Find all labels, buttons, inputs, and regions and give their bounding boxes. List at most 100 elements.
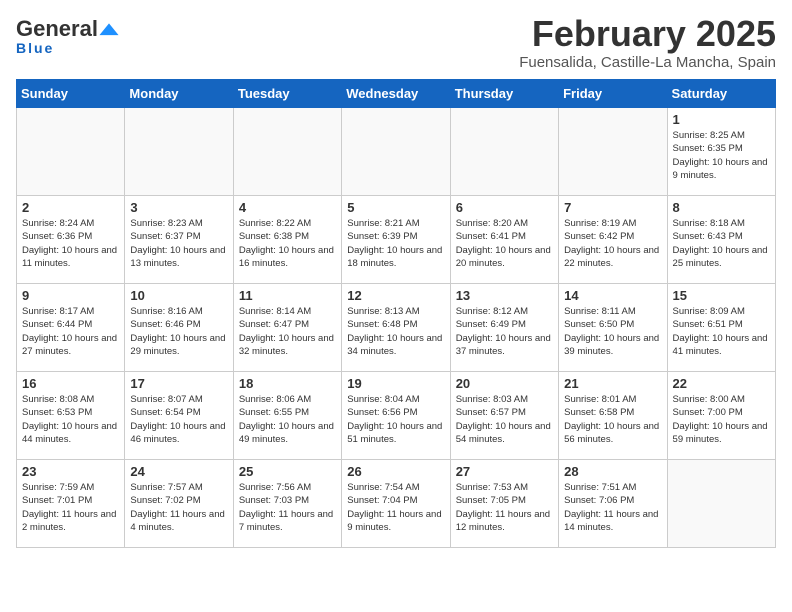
cell-info: Sunrise: 7:53 AM Sunset: 7:05 PM Dayligh… (456, 481, 553, 534)
day-number: 14 (564, 288, 661, 303)
cell-info: Sunrise: 8:20 AM Sunset: 6:41 PM Dayligh… (456, 217, 553, 270)
calendar-cell (125, 108, 233, 196)
calendar-cell: 6 Sunrise: 8:20 AM Sunset: 6:41 PM Daylig… (450, 196, 558, 284)
day-number: 4 (239, 200, 336, 215)
cell-info: Sunrise: 8:11 AM Sunset: 6:50 PM Dayligh… (564, 305, 661, 358)
day-number: 23 (22, 464, 119, 479)
calendar-cell: 2 Sunrise: 8:24 AM Sunset: 6:36 PM Daylig… (17, 196, 125, 284)
calendar-cell (559, 108, 667, 196)
calendar-header: SundayMondayTuesdayWednesdayThursdayFrid… (17, 80, 776, 108)
calendar-cell: 23 Sunrise: 7:59 AM Sunset: 7:01 PM Dayli… (17, 460, 125, 548)
calendar-cell: 5 Sunrise: 8:21 AM Sunset: 6:39 PM Daylig… (342, 196, 450, 284)
calendar-cell: 19 Sunrise: 8:04 AM Sunset: 6:56 PM Dayli… (342, 372, 450, 460)
day-number: 26 (347, 464, 444, 479)
cell-info: Sunrise: 8:18 AM Sunset: 6:43 PM Dayligh… (673, 217, 770, 270)
calendar-cell: 16 Sunrise: 8:08 AM Sunset: 6:53 PM Dayli… (17, 372, 125, 460)
calendar-cell (450, 108, 558, 196)
calendar-cell: 27 Sunrise: 7:53 AM Sunset: 7:05 PM Dayli… (450, 460, 558, 548)
cell-info: Sunrise: 8:12 AM Sunset: 6:49 PM Dayligh… (456, 305, 553, 358)
day-number: 21 (564, 376, 661, 391)
cell-info: Sunrise: 8:13 AM Sunset: 6:48 PM Dayligh… (347, 305, 444, 358)
logo: General Blue (16, 16, 120, 56)
col-header-monday: Monday (125, 80, 233, 108)
day-number: 18 (239, 376, 336, 391)
day-number: 24 (130, 464, 227, 479)
logo-blue-text: Blue (16, 40, 54, 56)
cell-info: Sunrise: 8:17 AM Sunset: 6:44 PM Dayligh… (22, 305, 119, 358)
calendar-cell: 13 Sunrise: 8:12 AM Sunset: 6:49 PM Dayli… (450, 284, 558, 372)
calendar-cell (667, 460, 775, 548)
cell-info: Sunrise: 8:16 AM Sunset: 6:46 PM Dayligh… (130, 305, 227, 358)
calendar-cell: 25 Sunrise: 7:56 AM Sunset: 7:03 PM Dayli… (233, 460, 341, 548)
day-number: 27 (456, 464, 553, 479)
logo-text: General (16, 16, 120, 42)
col-header-tuesday: Tuesday (233, 80, 341, 108)
col-header-wednesday: Wednesday (342, 80, 450, 108)
calendar-cell: 7 Sunrise: 8:19 AM Sunset: 6:42 PM Daylig… (559, 196, 667, 284)
day-number: 8 (673, 200, 770, 215)
cell-info: Sunrise: 8:09 AM Sunset: 6:51 PM Dayligh… (673, 305, 770, 358)
day-number: 20 (456, 376, 553, 391)
cell-info: Sunrise: 8:03 AM Sunset: 6:57 PM Dayligh… (456, 393, 553, 446)
calendar-cell: 8 Sunrise: 8:18 AM Sunset: 6:43 PM Daylig… (667, 196, 775, 284)
col-header-saturday: Saturday (667, 80, 775, 108)
page-header: General Blue February 2025 Fuensalida, C… (16, 16, 776, 71)
day-number: 15 (673, 288, 770, 303)
day-number: 28 (564, 464, 661, 479)
day-number: 5 (347, 200, 444, 215)
day-number: 17 (130, 376, 227, 391)
col-header-thursday: Thursday (450, 80, 558, 108)
calendar-cell: 17 Sunrise: 8:07 AM Sunset: 6:54 PM Dayli… (125, 372, 233, 460)
cell-info: Sunrise: 8:14 AM Sunset: 6:47 PM Dayligh… (239, 305, 336, 358)
day-number: 6 (456, 200, 553, 215)
col-header-friday: Friday (559, 80, 667, 108)
cell-info: Sunrise: 8:23 AM Sunset: 6:37 PM Dayligh… (130, 217, 227, 270)
calendar-cell: 24 Sunrise: 7:57 AM Sunset: 7:02 PM Dayli… (125, 460, 233, 548)
day-number: 12 (347, 288, 444, 303)
calendar-cell: 1Sunrise: 8:25 AM Sunset: 6:35 PM Daylig… (667, 108, 775, 196)
cell-info: Sunrise: 7:56 AM Sunset: 7:03 PM Dayligh… (239, 481, 336, 534)
day-number: 25 (239, 464, 336, 479)
day-number: 10 (130, 288, 227, 303)
calendar-cell: 9 Sunrise: 8:17 AM Sunset: 6:44 PM Daylig… (17, 284, 125, 372)
day-number: 9 (22, 288, 119, 303)
calendar-cell: 21 Sunrise: 8:01 AM Sunset: 6:58 PM Dayli… (559, 372, 667, 460)
day-number: 19 (347, 376, 444, 391)
day-number: 2 (22, 200, 119, 215)
calendar-table: SundayMondayTuesdayWednesdayThursdayFrid… (16, 79, 776, 548)
cell-info: Sunrise: 8:06 AM Sunset: 6:55 PM Dayligh… (239, 393, 336, 446)
calendar-cell: 26 Sunrise: 7:54 AM Sunset: 7:04 PM Dayli… (342, 460, 450, 548)
day-number: 16 (22, 376, 119, 391)
calendar-cell: 11 Sunrise: 8:14 AM Sunset: 6:47 PM Dayli… (233, 284, 341, 372)
cell-info: Sunrise: 7:59 AM Sunset: 7:01 PM Dayligh… (22, 481, 119, 534)
cell-info: Sunrise: 8:01 AM Sunset: 6:58 PM Dayligh… (564, 393, 661, 446)
calendar-cell (17, 108, 125, 196)
cell-info: Sunrise: 8:22 AM Sunset: 6:38 PM Dayligh… (239, 217, 336, 270)
cell-info: Sunrise: 8:21 AM Sunset: 6:39 PM Dayligh… (347, 217, 444, 270)
cell-info: Sunrise: 7:54 AM Sunset: 7:04 PM Dayligh… (347, 481, 444, 534)
day-number: 3 (130, 200, 227, 215)
calendar-cell: 15 Sunrise: 8:09 AM Sunset: 6:51 PM Dayli… (667, 284, 775, 372)
calendar-cell: 20 Sunrise: 8:03 AM Sunset: 6:57 PM Dayli… (450, 372, 558, 460)
cell-info: Sunrise: 8:04 AM Sunset: 6:56 PM Dayligh… (347, 393, 444, 446)
cell-info: Sunrise: 7:57 AM Sunset: 7:02 PM Dayligh… (130, 481, 227, 534)
day-number: 7 (564, 200, 661, 215)
day-number: 1 (673, 112, 770, 127)
calendar-cell: 4 Sunrise: 8:22 AM Sunset: 6:38 PM Daylig… (233, 196, 341, 284)
calendar-cell: 10 Sunrise: 8:16 AM Sunset: 6:46 PM Dayli… (125, 284, 233, 372)
calendar-cell: 18 Sunrise: 8:06 AM Sunset: 6:55 PM Dayli… (233, 372, 341, 460)
cell-info: Sunrise: 7:51 AM Sunset: 7:06 PM Dayligh… (564, 481, 661, 534)
calendar-cell (342, 108, 450, 196)
calendar-cell: 28 Sunrise: 7:51 AM Sunset: 7:06 PM Dayli… (559, 460, 667, 548)
calendar-cell: 3 Sunrise: 8:23 AM Sunset: 6:37 PM Daylig… (125, 196, 233, 284)
calendar-cell: 14 Sunrise: 8:11 AM Sunset: 6:50 PM Dayli… (559, 284, 667, 372)
calendar-cell (233, 108, 341, 196)
calendar-cell: 22Sunrise: 8:00 AM Sunset: 7:00 PM Dayli… (667, 372, 775, 460)
cell-info: Sunrise: 8:08 AM Sunset: 6:53 PM Dayligh… (22, 393, 119, 446)
cell-info: Sunrise: 8:19 AM Sunset: 6:42 PM Dayligh… (564, 217, 661, 270)
month-title: February 2025 (519, 16, 776, 52)
cell-info: Sunrise: 8:24 AM Sunset: 6:36 PM Dayligh… (22, 217, 119, 270)
day-number: 11 (239, 288, 336, 303)
cell-info: Sunrise: 8:07 AM Sunset: 6:54 PM Dayligh… (130, 393, 227, 446)
day-number: 13 (456, 288, 553, 303)
